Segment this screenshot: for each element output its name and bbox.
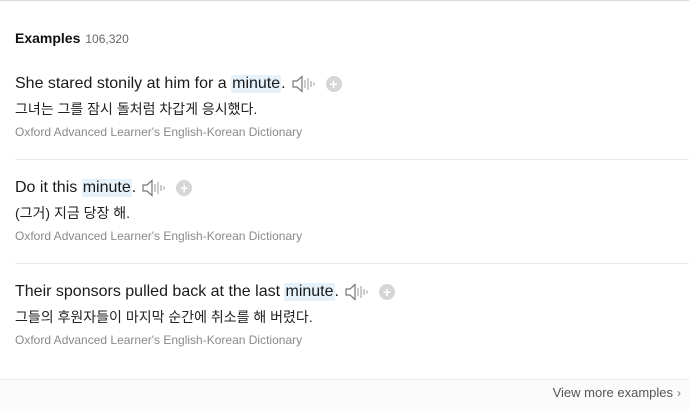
add-to-wordbook-button[interactable]: + [176, 180, 193, 196]
sentence-end: . [131, 179, 137, 196]
example-translation: (그거) 지금 당장 해. [15, 205, 131, 221]
speaker-icon[interactable] [142, 179, 166, 197]
add-to-wordbook-button[interactable]: + [378, 284, 395, 300]
example-translation: 그녀는 그를 잠시 돌처럼 차갑게 응시했다. [15, 101, 258, 117]
divider [15, 263, 689, 264]
examples-title: Examples [15, 30, 81, 46]
chevron-right-icon: › [677, 385, 681, 400]
sentence-text: She stared stonily at him for a [15, 75, 232, 92]
sentence-text: Do it this [15, 179, 82, 196]
example-source: Oxford Advanced Learner's English-Korean… [15, 333, 303, 347]
speaker-icon[interactable] [291, 75, 316, 93]
example-source: Oxford Advanced Learner's English-Korean… [15, 125, 303, 139]
sentence-end: . [334, 283, 339, 300]
add-to-wordbook-button[interactable]: + [325, 76, 342, 92]
top-border [0, 0, 689, 1]
examples-header: Examples 106,320 [15, 30, 129, 46]
example-sentence: She stared stonily at him for a minute. … [15, 73, 689, 95]
example-sentence: Do it this minute. + [15, 177, 689, 199]
example-source: Oxford Advanced Learner's English-Korean… [15, 229, 303, 243]
speaker-icon[interactable] [345, 283, 369, 301]
examples-count: 106,320 [85, 32, 129, 46]
example-translation: 그들의 후원자들이 마지막 순간에 취소를 해 버렸다. [15, 309, 313, 325]
sentence-text: Their sponsors pulled back at the last [15, 283, 285, 300]
example-item: Their sponsors pulled back at the last m… [15, 281, 689, 347]
view-more-examples-link[interactable]: View more examples › [553, 385, 681, 400]
example-item: She stared stonily at him for a minute. … [15, 73, 689, 139]
example-sentence: Their sponsors pulled back at the last m… [15, 281, 689, 303]
view-more-label: View more examples [552, 385, 673, 400]
sentence-end: . [281, 75, 286, 92]
highlighted-word: minute [231, 75, 282, 93]
highlighted-word: minute [81, 179, 132, 197]
example-item: Do it this minute. + (그거) 지금 당장 해. Oxfor… [15, 177, 689, 243]
highlighted-word: minute [284, 283, 335, 301]
divider [15, 159, 689, 160]
